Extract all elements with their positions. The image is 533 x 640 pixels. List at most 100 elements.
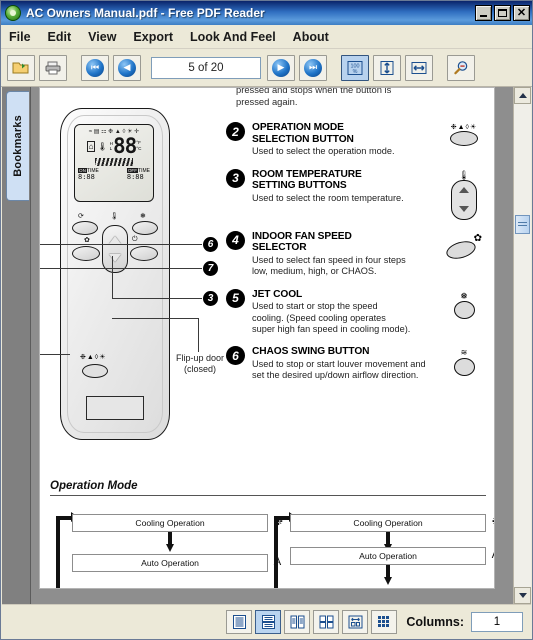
down-arrow-icon bbox=[384, 565, 392, 586]
up-arrow-icon bbox=[109, 236, 121, 244]
page-indicator[interactable]: 5 of 20 bbox=[151, 56, 261, 79]
item-number-badge: 6 bbox=[226, 346, 245, 366]
round-button-icon bbox=[453, 358, 475, 377]
flow-box-label: Auto Operation bbox=[359, 551, 417, 562]
columns-label: Columns: bbox=[406, 614, 464, 629]
home-icon: ⌂ bbox=[86, 140, 96, 152]
thumbnail-grid-view-button[interactable] bbox=[371, 609, 398, 634]
menu-item-view[interactable]: View bbox=[88, 30, 116, 44]
svg-text:%: % bbox=[353, 69, 358, 75]
close-button[interactable]: ✕ bbox=[513, 5, 530, 21]
lcd-unit-celsius: °C bbox=[136, 146, 142, 151]
menu-item-about[interactable]: About bbox=[293, 30, 329, 44]
power-glyph-icon: ⏻ bbox=[132, 236, 138, 243]
item-title: INDOOR FAN SPEED SELECTOR bbox=[252, 230, 352, 254]
item-number-badge: 5 bbox=[226, 288, 245, 308]
fan-glyph-icon: ✿ bbox=[84, 237, 90, 244]
down-arrow-icon bbox=[166, 532, 174, 553]
first-page-button[interactable]: ⏮ bbox=[81, 54, 109, 81]
item-title: ROOM TEMPERATURE SETTING BUTTONS bbox=[252, 168, 362, 192]
document-viewport[interactable]: pressed and stops when the button is pre… bbox=[31, 87, 531, 604]
operation-mode-flowcharts: Cooling Operation ❉ Auto Operation Ａ bbox=[50, 512, 494, 588]
flow-box-label: Auto Operation bbox=[141, 558, 199, 569]
jetcool-glyph-icon: ❅ bbox=[140, 213, 146, 220]
pdf-reader-window: AC Owners Manual.pdf - Free PDF Reader ✕… bbox=[0, 0, 533, 640]
list-item: 4 INDOOR FAN SPEED SELECTOR Used to sele… bbox=[226, 230, 488, 278]
lcd-unit-fahrenheit: °F bbox=[136, 140, 141, 145]
scroll-down-button[interactable] bbox=[514, 587, 531, 604]
vertical-scrollbar[interactable] bbox=[513, 87, 531, 604]
flow-loop-top bbox=[274, 516, 290, 521]
list-item: 6 CHAOS SWING BUTTON Used to stop or sta… bbox=[226, 346, 488, 381]
fan-speed-button-icon: ✿ bbox=[473, 232, 482, 244]
flow-box: Auto Operation Ａ bbox=[290, 547, 494, 586]
columns-input[interactable]: 1 bbox=[471, 611, 523, 632]
last-page-button[interactable]: ⏭ bbox=[299, 54, 327, 81]
open-file-button[interactable] bbox=[7, 54, 35, 81]
zoom-out-button[interactable] bbox=[447, 54, 475, 81]
callout-line-3 bbox=[112, 298, 202, 299]
fit-page-height-icon bbox=[380, 60, 394, 75]
two-column-view-button[interactable] bbox=[284, 609, 311, 634]
four-up-view-button[interactable] bbox=[313, 609, 340, 634]
item-control-graphic: ≋ bbox=[440, 346, 488, 381]
minimize-button[interactable] bbox=[475, 5, 492, 21]
remote-battery-cover bbox=[86, 396, 144, 420]
remote-button-swing bbox=[72, 221, 98, 235]
flow-box-label: Cooling Operation bbox=[135, 518, 205, 529]
flowchart-column: Cooling Operation ❉ Auto Operation Ａ bbox=[268, 512, 494, 588]
maximize-button[interactable] bbox=[494, 5, 511, 21]
thermometer-icon: 🌡 bbox=[97, 141, 108, 151]
flow-loop-line bbox=[56, 516, 60, 588]
lcd-l-label: L bbox=[109, 146, 113, 151]
item-control-graphic: ✿ bbox=[440, 231, 488, 278]
toolbar: ⏮ ◀ 5 of 20 ▶ ⏭ 100 % bbox=[1, 49, 532, 87]
menu-item-export[interactable]: Export bbox=[133, 30, 173, 44]
item-description: Used to select the operation mode. bbox=[252, 146, 395, 157]
snowflake-icon: ❉ bbox=[492, 514, 494, 530]
vertical-scroll-thumb[interactable] bbox=[515, 215, 530, 234]
chaos-swing-button-icon: ≋ bbox=[460, 348, 468, 358]
flow-box: Auto Operation Ａ bbox=[72, 554, 283, 573]
bookmarks-tab[interactable]: Bookmarks bbox=[6, 91, 29, 201]
previous-page-icon: ◀ bbox=[118, 58, 136, 77]
menu-item-look-and-feel[interactable]: Look And Feel bbox=[190, 30, 276, 44]
flow-box: Cooling Operation ❉ bbox=[290, 514, 494, 553]
item-description: Used to start or stop the speed cooling.… bbox=[252, 301, 411, 334]
remote-temperature-updown bbox=[102, 225, 128, 273]
zoom-100-percent-icon: 100 % bbox=[347, 60, 363, 75]
open-folder-icon bbox=[12, 62, 29, 73]
remote-control-illustration: ≈ ▤ ⚏ ❉ ▲ ◊ ☀ ✛ ⌂ 🌡 H L 88 °F °C ONTIME … bbox=[60, 108, 170, 440]
single-page-view-icon bbox=[232, 614, 246, 629]
next-page-button[interactable]: ▶ bbox=[267, 54, 295, 81]
item-number-badge: 4 bbox=[226, 230, 245, 250]
zoom-100-button[interactable]: 100 % bbox=[341, 54, 369, 81]
menu-item-edit[interactable]: Edit bbox=[48, 30, 72, 44]
continuous-page-view-button[interactable] bbox=[255, 609, 282, 634]
fit-page-width-icon bbox=[411, 61, 427, 74]
previous-page-button[interactable]: ◀ bbox=[113, 54, 141, 81]
list-item: 5 JET COOL Used to start or stop the spe… bbox=[226, 288, 488, 336]
lcd-fan-bars bbox=[95, 158, 133, 166]
callout-marker-7: 7 bbox=[203, 261, 218, 276]
scroll-up-button[interactable] bbox=[514, 87, 531, 104]
item-number-badge: 2 bbox=[226, 122, 245, 141]
callout-stem-3 bbox=[112, 256, 113, 298]
swing-glyph-icon: ⟳ bbox=[78, 213, 84, 220]
remote-button-jetcool bbox=[132, 221, 158, 235]
remote-button-power bbox=[130, 246, 158, 261]
clipped-paragraph: pressed and stops when the button is pre… bbox=[236, 87, 392, 107]
four-up-view-icon bbox=[319, 615, 334, 628]
section-divider bbox=[50, 495, 486, 497]
fit-view-icon bbox=[348, 615, 363, 628]
up-down-temperature-buttons-icon bbox=[451, 179, 477, 220]
fit-page-height-button[interactable] bbox=[373, 54, 401, 81]
item-title: OPERATION MODE SELECTION BUTTON bbox=[252, 122, 354, 145]
jet-cool-button-icon: ❅ bbox=[460, 290, 468, 301]
menu-item-file[interactable]: File bbox=[9, 30, 31, 44]
single-page-view-button[interactable] bbox=[226, 609, 253, 634]
print-button[interactable] bbox=[39, 54, 67, 81]
fit-page-width-button[interactable] bbox=[405, 54, 433, 81]
fit-view-button[interactable] bbox=[342, 609, 369, 634]
list-item: 3 ROOM TEMPERATURE SETTING BUTTONS Used … bbox=[226, 168, 488, 220]
